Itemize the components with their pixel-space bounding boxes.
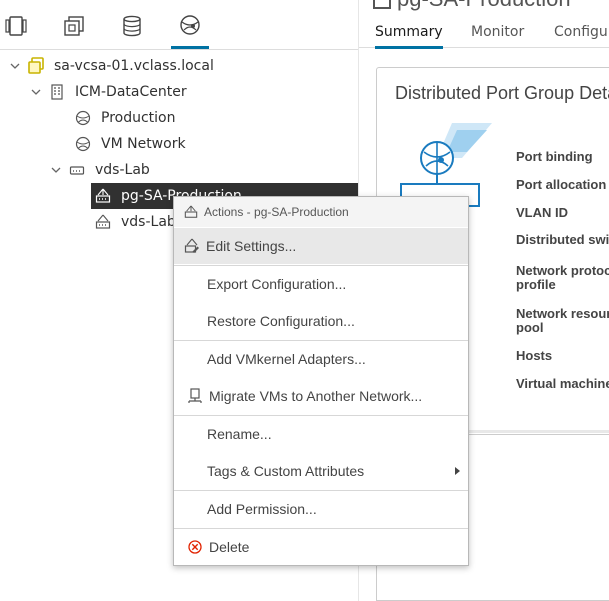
context-menu-header: Actions - pg-SA-Production [174,197,468,227]
prop-network-resource-pool: Network resource pool [516,306,609,335]
menu-separator [174,490,468,491]
tree-node-label: sa-vcsa-01.vclass.local [54,58,214,74]
prop-distributed-switch: Distributed switch [516,232,609,247]
tab-summary[interactable]: Summary [375,24,443,49]
prop-vlan-id: VLAN ID [516,205,568,220]
menu-item-edit-settings[interactable]: Edit Settings... [174,228,468,264]
prop-network-protocol-profile: Network protocol profile [516,263,609,292]
prop-virtual-machines: Virtual machines [516,376,609,391]
menu-separator [174,528,468,529]
port-group-icon [184,205,198,219]
tree-node-vds-lab[interactable]: vds-Lab [0,157,358,183]
networking-icon [178,14,202,42]
tab-monitor[interactable]: Monitor [471,24,524,40]
menu-item-add-vmkernel-adapters[interactable]: Add VMkernel Adapters... [174,342,468,376]
network-icon [74,109,92,127]
tree-node-production[interactable]: Production [0,105,358,131]
vcenter-icon [27,57,45,75]
menu-item-add-permission[interactable]: Add Permission... [174,492,468,526]
card-title: Distributed Port Group Details [395,83,609,103]
menu-item-tags-custom-attributes[interactable]: Tags & Custom Attributes [174,454,468,488]
chevron-down-icon[interactable] [30,86,42,98]
network-icon [74,135,92,153]
menu-separator [174,415,468,416]
port-group-icon [94,187,112,205]
tree-node-label: ICM-DataCenter [75,84,187,100]
tree-node-vcenter[interactable]: sa-vcsa-01.vclass.local [0,53,358,79]
storage-tab[interactable] [116,14,148,46]
menu-item-migrate-vms[interactable]: Migrate VMs to Another Network... [174,379,468,413]
tree-node-datacenter[interactable]: ICM-DataCenter [0,79,358,105]
tab-configure[interactable]: Configure [554,24,609,40]
tree-node-label: vds-Lab [121,214,176,230]
edit-settings-icon [184,238,200,254]
tree-node-label: vds-Lab [95,162,150,178]
migrate-icon [187,388,203,404]
context-menu: Actions - pg-SA-Production Edit Settings… [173,196,469,566]
prop-port-binding: Port binding [516,149,593,164]
prop-hosts: Hosts [516,348,553,363]
datacenter-icon [48,83,66,101]
chevron-down-icon[interactable] [50,164,62,176]
storage-icon [120,14,144,42]
vms-templates-tab[interactable] [58,14,90,46]
menu-item-export-configuration[interactable]: Export Configuration... [174,267,468,301]
navigator-tabs [0,0,358,50]
menu-separator [174,340,468,341]
menu-item-rename[interactable]: Rename... [174,417,468,451]
menu-separator [174,265,468,266]
content-tabs: Summary Monitor Configure [359,20,609,49]
distributed-switch-icon [68,161,86,179]
prop-port-allocation: Port allocation [516,177,607,192]
chevron-down-icon[interactable] [9,60,21,72]
tree-node-label: Production [101,110,176,126]
hosts-clusters-icon [4,14,28,42]
submenu-arrow-icon [455,467,460,475]
hosts-clusters-tab[interactable] [0,14,32,46]
port-group-title-icon [373,0,391,10]
object-title: pg-SA-Production [373,0,571,12]
vms-templates-icon [62,14,86,42]
tree-node-vm-network[interactable]: VM Network [0,131,358,157]
menu-item-restore-configuration[interactable]: Restore Configuration... [174,304,468,338]
menu-item-delete[interactable]: Delete [174,530,468,564]
uplink-port-group-icon [94,213,112,231]
delete-icon [187,539,203,555]
tree-node-label: VM Network [101,136,186,152]
networking-tab[interactable] [171,14,209,49]
